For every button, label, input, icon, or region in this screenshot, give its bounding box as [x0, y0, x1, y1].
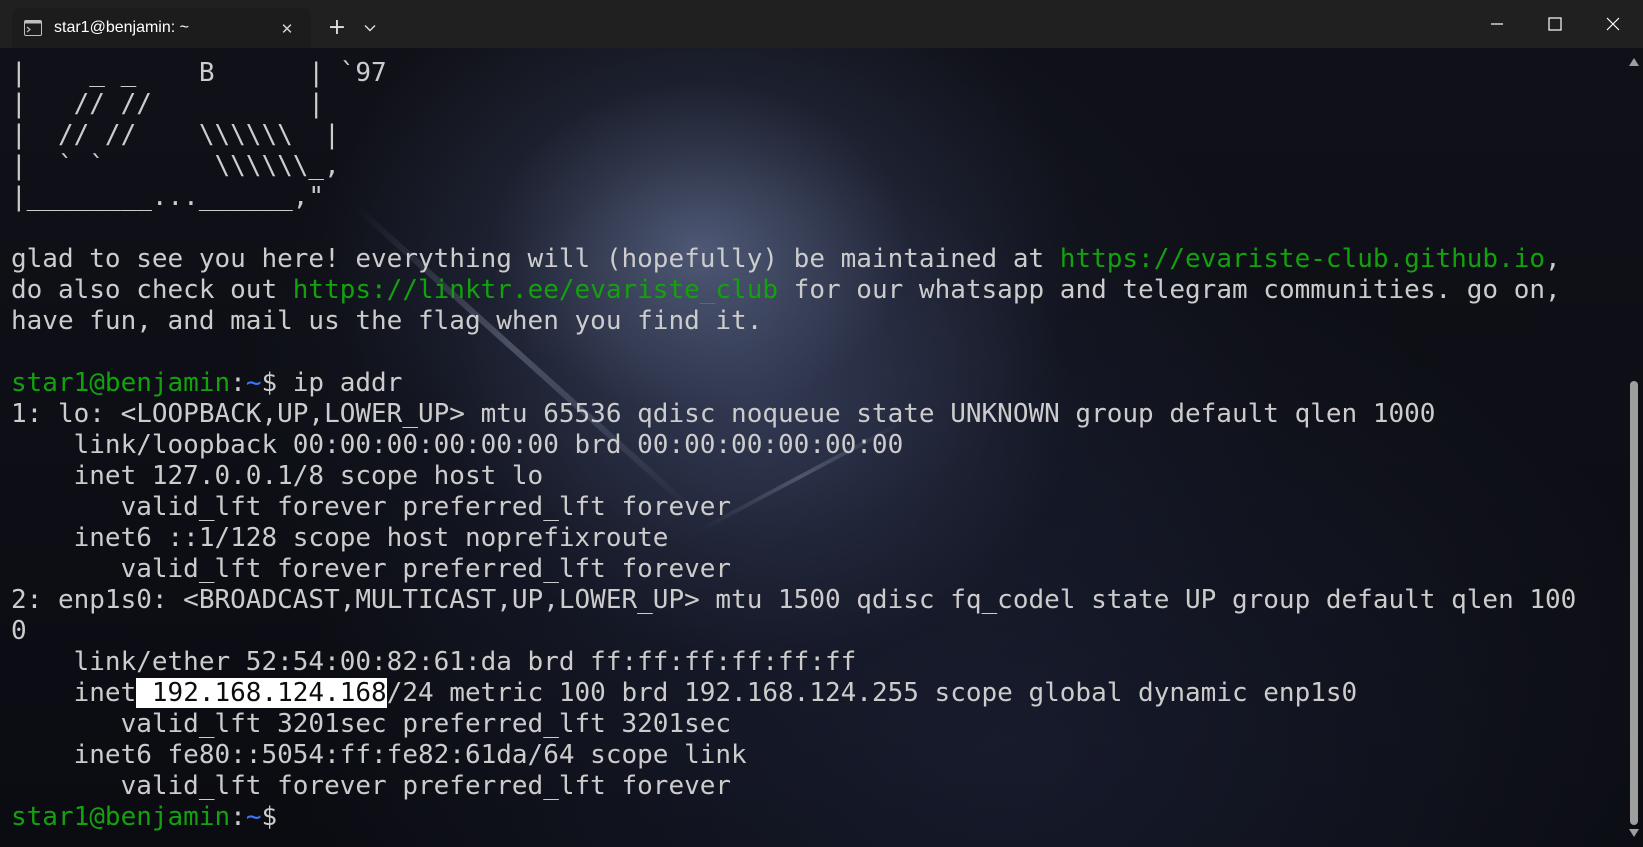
- output-line: inet6 fe80::5054:ff:fe82:61da/64 scope l…: [11, 740, 747, 770]
- scroll-down-arrow-icon[interactable]: [1629, 829, 1639, 837]
- motd-text: ,: [1545, 244, 1561, 274]
- output-line: 0: [11, 616, 27, 646]
- output-line: valid_lft forever preferred_lft forever: [11, 554, 732, 584]
- selected-ip-address[interactable]: 192.168.124.168: [136, 678, 387, 708]
- chevron-down-icon[interactable]: [362, 20, 378, 36]
- motd-link[interactable]: https://linktr.ee/evariste_club: [293, 275, 778, 305]
- prompt-path: ~: [245, 368, 262, 398]
- ascii-art-line: |________...______,": [11, 182, 325, 212]
- output-line: link/loopback 00:00:00:00:00:00 brd 00:0…: [11, 430, 904, 460]
- output-line: inet6 ::1/128 scope host noprefixroute: [11, 523, 669, 553]
- command-text: ip addr: [277, 368, 403, 398]
- output-line: valid_lft forever preferred_lft forever: [11, 771, 732, 801]
- tab-title: star1@benjamin: ~: [54, 19, 189, 36]
- prompt-colon: :: [230, 802, 246, 832]
- ascii-art-line: | _ _ B | `97: [11, 58, 387, 88]
- prompt-path: ~: [245, 802, 262, 832]
- output-line: valid_lft 3201sec preferred_lft 3201sec: [11, 709, 732, 739]
- title-bar: star1@benjamin: ~ ✕ +: [0, 0, 1643, 48]
- motd-text: for our whatsapp and telegram communitie…: [778, 275, 1561, 305]
- output-line: 2: enp1s0: <BROADCAST,MULTICAST,UP,LOWER…: [11, 585, 1577, 615]
- output-line: valid_lft forever preferred_lft forever: [11, 492, 732, 522]
- output-text: /24 metric 100 brd 192.168.124.255 scope…: [386, 678, 1358, 708]
- close-window-button[interactable]: [1584, 0, 1642, 48]
- terminal-lines: | _ _ B | `97 | // // | | // // \\\\\\ |…: [11, 58, 1631, 833]
- command-line: star1@benjamin:~$ ip addr: [11, 368, 1631, 399]
- tab-terminal[interactable]: star1@benjamin: ~ ✕: [12, 8, 311, 48]
- motd-text: do also check out: [11, 275, 293, 305]
- terminal-output[interactable]: | _ _ B | `97 | // // | | // // \\\\\\ |…: [0, 48, 1643, 847]
- plus-icon[interactable]: +: [322, 14, 352, 44]
- prompt-symbol: $: [261, 368, 278, 398]
- output-text: inet: [11, 678, 137, 708]
- ascii-art-line: | ` ` \\\\\\_,: [11, 151, 340, 181]
- output-line: inet 192.168.124.168/24 metric 100 brd 1…: [11, 678, 1631, 709]
- minimize-icon: [1491, 23, 1503, 25]
- output-line: link/ether 52:54:00:82:61:da brd ff:ff:f…: [11, 647, 857, 677]
- close-icon[interactable]: ✕: [276, 18, 298, 40]
- ascii-art-line: | // // \\\\\\ |: [11, 120, 340, 150]
- scroll-up-arrow-icon[interactable]: [1629, 58, 1639, 66]
- terminal-window: star1@benjamin: ~ ✕ + | _ _ B | `97 | //…: [0, 0, 1643, 847]
- close-window-icon: [1606, 17, 1620, 31]
- maximize-button[interactable]: [1526, 0, 1584, 48]
- scrollbar[interactable]: [1625, 48, 1643, 847]
- scrollbar-thumb[interactable]: [1630, 381, 1638, 825]
- prompt-user-host: star1@benjamin: [11, 802, 231, 832]
- minimize-button[interactable]: [1468, 0, 1526, 48]
- motd-line: do also check out https://linktr.ee/evar…: [11, 275, 1631, 306]
- motd-text: glad to see you here! everything will (h…: [11, 244, 1060, 274]
- current-prompt-line[interactable]: star1@benjamin:~$: [11, 802, 1631, 833]
- output-line: inet 127.0.0.1/8 scope host lo: [11, 461, 544, 491]
- terminal-icon: [24, 20, 42, 36]
- maximize-icon: [1548, 17, 1562, 31]
- prompt-symbol: $: [261, 802, 278, 832]
- motd-link[interactable]: https://evariste-club.github.io: [1060, 244, 1545, 274]
- motd-line: have fun, and mail us the flag when you …: [11, 306, 763, 336]
- prompt-colon: :: [230, 368, 246, 398]
- output-line: 1: lo: <LOOPBACK,UP,LOWER_UP> mtu 65536 …: [11, 399, 1436, 429]
- prompt-user-host: star1@benjamin: [11, 368, 231, 398]
- motd-line: glad to see you here! everything will (h…: [11, 244, 1631, 275]
- ascii-art-line: | // // |: [11, 89, 325, 119]
